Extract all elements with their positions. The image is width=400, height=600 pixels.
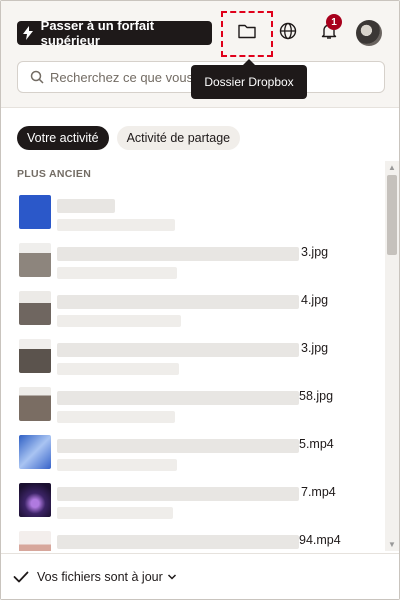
redacted-text bbox=[57, 343, 299, 357]
file-name: 5.mp4 bbox=[299, 437, 334, 451]
list-item[interactable]: 3.jpg bbox=[1, 333, 385, 381]
scroll-up-arrow-icon[interactable]: ▲ bbox=[388, 163, 396, 172]
redacted-text bbox=[57, 487, 299, 501]
list-item[interactable] bbox=[1, 189, 385, 237]
file-thumbnail bbox=[19, 531, 51, 551]
search-placeholder: Recherchez ce que vous v bbox=[50, 69, 204, 85]
upgrade-button[interactable]: Passer à un forfait supérieur bbox=[17, 18, 212, 48]
redacted-text bbox=[57, 219, 175, 231]
redacted-text bbox=[57, 439, 299, 453]
search-icon bbox=[30, 70, 44, 84]
file-name: 4.jpg bbox=[301, 293, 329, 307]
file-thumbnail bbox=[19, 387, 51, 421]
list-item[interactable]: 4.jpg bbox=[1, 285, 385, 333]
chevron-down-icon bbox=[167, 573, 177, 581]
list-item[interactable]: 94.mp4 bbox=[1, 525, 385, 551]
scroll-thumb[interactable] bbox=[387, 175, 397, 255]
scroll-down-arrow-icon[interactable]: ▼ bbox=[388, 540, 396, 549]
activity-panel: Passer à un forfait supérieur 1 Recherch… bbox=[0, 0, 400, 600]
file-thumbnail bbox=[19, 339, 51, 373]
folder-tooltip: Dossier Dropbox bbox=[191, 59, 307, 99]
section-title: PLUS ANCIEN bbox=[17, 168, 92, 180]
scrollbar[interactable]: ▲ ▼ bbox=[385, 161, 399, 551]
sync-status-text: Vos fichiers sont à jour bbox=[37, 569, 163, 584]
redacted-text bbox=[57, 391, 299, 405]
file-name: 3.jpg bbox=[301, 341, 329, 355]
redacted-text bbox=[57, 411, 175, 423]
globe-icon bbox=[279, 22, 297, 45]
sync-status-bar[interactable]: Vos fichiers sont à jour bbox=[1, 553, 399, 599]
notification-badge: 1 bbox=[326, 14, 342, 30]
redacted-text bbox=[57, 459, 177, 471]
folder-icon bbox=[238, 23, 256, 44]
redacted-text bbox=[57, 199, 115, 213]
file-thumbnail bbox=[19, 291, 51, 325]
check-icon bbox=[13, 570, 29, 584]
lightning-icon bbox=[23, 26, 35, 40]
dropbox-folder-button[interactable] bbox=[235, 21, 259, 45]
redacted-text bbox=[57, 363, 179, 375]
list-item[interactable]: 3.jpg bbox=[1, 237, 385, 285]
activity-tabs: Votre activité Activité de partage bbox=[17, 126, 241, 150]
redacted-text bbox=[57, 267, 177, 279]
file-name: 3.jpg bbox=[301, 245, 329, 259]
file-name: 7.mp4 bbox=[301, 485, 336, 499]
list-item[interactable]: 58.jpg bbox=[1, 381, 385, 429]
file-name: 94.mp4 bbox=[299, 533, 341, 547]
file-thumbnail bbox=[19, 243, 51, 277]
activity-list: 3.jpg 4.jpg 3.jpg 58.jpg 5.mp4 7.mp4 94.… bbox=[1, 189, 385, 551]
file-name: 58.jpg bbox=[299, 389, 334, 403]
tab-your-activity[interactable]: Votre activité bbox=[17, 126, 109, 150]
language-button[interactable] bbox=[276, 21, 300, 45]
redacted-text bbox=[57, 295, 299, 309]
upgrade-label: Passer à un forfait supérieur bbox=[40, 18, 155, 48]
list-item[interactable]: 5.mp4 bbox=[1, 429, 385, 477]
tab-sharing-activity[interactable]: Activité de partage bbox=[116, 126, 241, 150]
list-item[interactable]: 7.mp4 bbox=[1, 477, 385, 525]
redacted-text bbox=[57, 507, 173, 519]
file-thumbnail bbox=[19, 435, 51, 469]
file-thumbnail bbox=[19, 195, 51, 229]
avatar[interactable] bbox=[356, 20, 382, 46]
redacted-text bbox=[57, 247, 299, 261]
redacted-text bbox=[57, 315, 181, 327]
file-thumbnail bbox=[19, 483, 51, 517]
redacted-text bbox=[57, 535, 299, 549]
top-bar: Passer à un forfait supérieur 1 Recherch… bbox=[1, 1, 399, 108]
